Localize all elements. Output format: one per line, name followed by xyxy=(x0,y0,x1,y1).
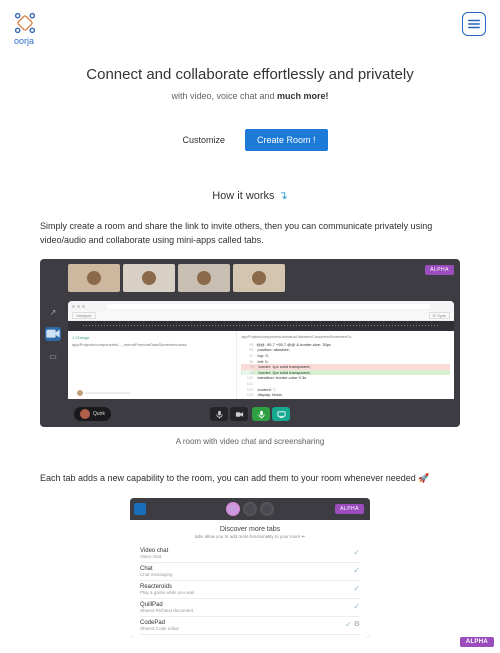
tabs-paragraph: Each tab adds a new capability to the ro… xyxy=(40,472,460,486)
check-icon: ✓ xyxy=(353,566,360,575)
brand-text: oorja xyxy=(14,36,34,46)
avatar xyxy=(243,502,257,516)
arrow-down-icon: ↴ xyxy=(279,190,288,202)
logo-icon xyxy=(14,12,36,34)
check-icon: ✓ xyxy=(353,584,360,593)
tab-list-item: QuillPadShared Richtext document✓ xyxy=(140,599,360,617)
gear-icon: ⚙ xyxy=(354,620,360,628)
how-it-works-heading: How it works↴ xyxy=(40,189,460,202)
screenshot-caption-1: A room with video chat and screensharing xyxy=(40,437,460,446)
video-tile xyxy=(123,264,175,292)
check-icon: ✓ xyxy=(353,548,360,557)
share-icon: ↗ xyxy=(45,305,61,319)
tab-list-item: Blank SlateFor developers: A blank slate… xyxy=(140,635,360,638)
avatar xyxy=(226,502,240,516)
tab-list-item: Video chatVideo chat✓ xyxy=(140,545,360,563)
video-tile xyxy=(178,264,230,292)
tab-list-item: ReacteroidsPlay a game while you wait✓ xyxy=(140,581,360,599)
rocket-icon: 🚀 xyxy=(418,473,429,483)
hamburger-icon xyxy=(467,18,481,30)
alpha-floating-badge[interactable]: ALPHA xyxy=(460,637,494,647)
logo-block[interactable]: oorja xyxy=(14,12,36,46)
create-room-button[interactable]: Create Room ! xyxy=(245,129,328,151)
check-icon: ✓ xyxy=(353,602,360,611)
hero-subtitle: with video, voice chat and much more! xyxy=(24,91,476,101)
screen-icon xyxy=(272,407,290,421)
tab-list-item: CodePadShared Code editor✓⚙ xyxy=(140,617,360,635)
screenshot-room: ALPHA ↗ ▭ Viewport⟳ Sync 1 Change app/Pr… xyxy=(40,259,460,427)
avatar xyxy=(260,502,274,516)
intro-paragraph: Simply create a room and share the link … xyxy=(40,220,460,247)
tabs-modal-title: Discover more tabs xyxy=(140,526,360,533)
video-tile xyxy=(233,264,285,292)
menu-button[interactable] xyxy=(462,12,486,36)
mic-icon xyxy=(210,407,228,421)
tabs-menu-icon xyxy=(134,503,146,515)
tabs-modal-subtitle: tabs allow you to add more functionality… xyxy=(140,534,360,540)
alpha-badge: ALPHA xyxy=(335,504,364,514)
hero-title: Connect and collaborate effortlessly and… xyxy=(24,66,476,83)
cam-icon xyxy=(230,407,248,421)
mic-on-icon xyxy=(252,407,270,421)
chat-preview xyxy=(74,387,134,399)
screenshot-tabs: ALPHA Discover more tabs tabs allow you … xyxy=(130,498,370,638)
display-icon: ▭ xyxy=(45,349,61,363)
tab-list-item: ChatChat messaging✓ xyxy=(140,563,360,581)
alpha-badge: ALPHA xyxy=(425,265,454,275)
camera-icon xyxy=(45,327,61,341)
check-icon: ✓ xyxy=(345,620,352,629)
video-tile xyxy=(68,264,120,292)
customize-button[interactable]: Customize xyxy=(172,129,235,151)
